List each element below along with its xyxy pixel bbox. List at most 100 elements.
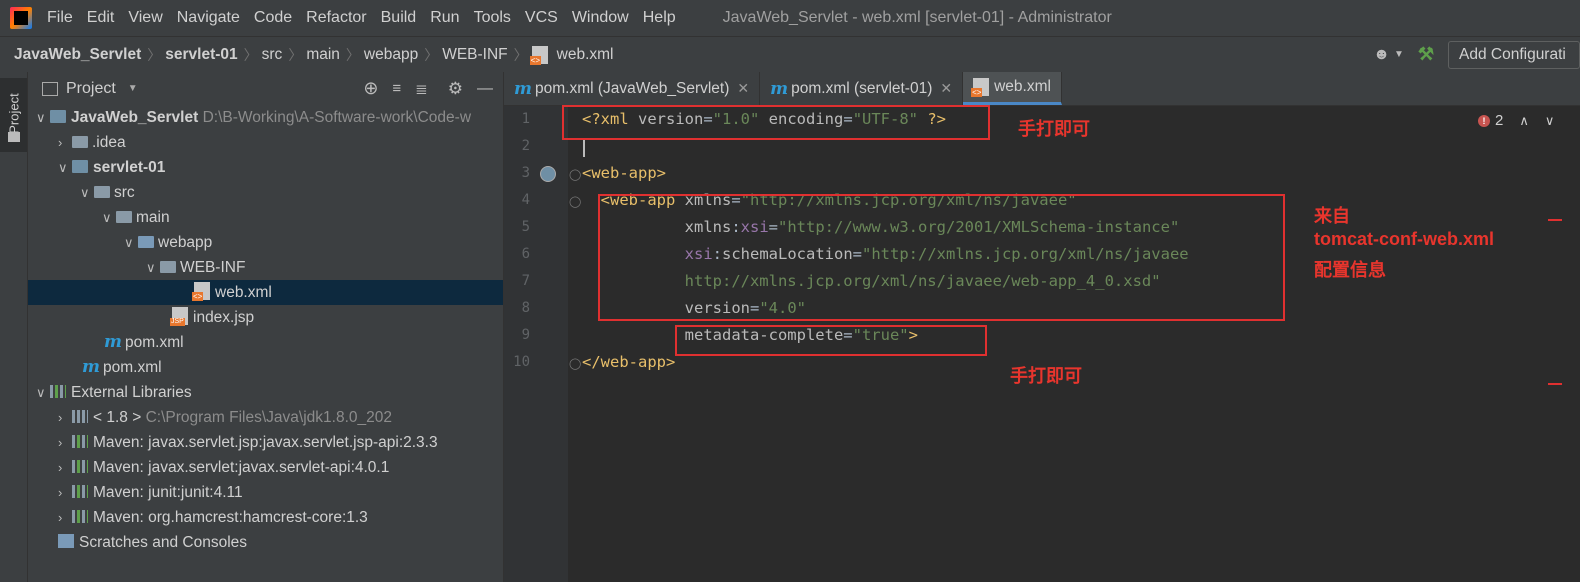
crumb-module[interactable]: servlet-01: [161, 46, 243, 64]
chevron-down-icon[interactable]: ∨: [58, 155, 72, 180]
chevron-down-icon[interactable]: ∨: [80, 180, 94, 205]
tree-item-webapp[interactable]: ∨ webapp: [124, 230, 212, 255]
annotation-box: [675, 325, 987, 356]
tree-item-library[interactable]: › Maven: javax.servlet:javax.servlet-api:…: [58, 455, 389, 480]
chevron-down-icon[interactable]: ∨: [146, 255, 160, 280]
menu-code[interactable]: Code: [247, 9, 299, 27]
tree-item-idea[interactable]: › .idea: [58, 130, 126, 155]
menu-help[interactable]: Help: [636, 9, 683, 27]
chevron-right-icon[interactable]: ›: [58, 430, 72, 455]
inspection-widget[interactable]: ! 2 ∧ ∨: [1478, 112, 1554, 129]
module-folder-icon: [72, 160, 88, 173]
tree-item-library[interactable]: › Maven: org.hamcrest:hamcrest-core:1.3: [58, 505, 368, 530]
tree-item-pom-root[interactable]: m pom.xml: [82, 355, 162, 380]
tab-pom-root[interactable]: m pom.xml (JavaWeb_Servlet) ✕: [504, 72, 761, 105]
line-number: 10: [513, 354, 530, 370]
add-configuration-button[interactable]: Add Configurati: [1448, 40, 1580, 69]
maven-icon: m: [82, 357, 100, 377]
chevron-right-icon: 〉: [243, 46, 258, 63]
menu-tools[interactable]: Tools: [467, 9, 518, 27]
tree-item-jdk[interactable]: › < 1.8 > C:\Program Files\Java\jdk1.8.0_…: [58, 405, 392, 430]
tree-item-pom-module[interactable]: m pom.xml: [104, 330, 184, 355]
tree-item-library[interactable]: › Maven: junit:junit:4.11: [58, 480, 243, 505]
tree-item-external-libraries[interactable]: ∨ External Libraries: [36, 380, 192, 405]
maven-icon: m: [104, 332, 122, 352]
tab-webxml[interactable]: web.xml: [963, 72, 1062, 105]
close-icon[interactable]: ✕: [940, 80, 952, 97]
fold-icon[interactable]: ◯: [569, 195, 581, 208]
intellij-logo-icon: [10, 7, 32, 29]
tree-item-servlet01[interactable]: ∨ servlet-01: [58, 155, 165, 180]
crumb-webapp[interactable]: webapp: [360, 46, 424, 64]
menu-edit[interactable]: Edit: [80, 9, 122, 27]
folder-icon: [116, 211, 132, 223]
line-number: 5: [521, 219, 530, 235]
chevron-down-icon[interactable]: ▼: [1394, 49, 1404, 60]
chevron-right-icon[interactable]: ›: [58, 455, 72, 480]
locate-icon[interactable]: ⊕: [363, 78, 378, 99]
editor-tab-bar: m pom.xml (JavaWeb_Servlet) ✕ m pom.xml (se…: [504, 72, 1580, 106]
gear-icon[interactable]: ⚙: [448, 79, 463, 99]
annotation-note: 手打即可: [1010, 366, 1082, 386]
close-icon[interactable]: ✕: [737, 80, 749, 97]
code-line-10[interactable]: </web-app>: [582, 349, 675, 376]
menu-run[interactable]: Run: [423, 9, 466, 27]
menu-vcs[interactable]: VCS: [518, 9, 565, 27]
chevron-down-icon[interactable]: ∨: [124, 230, 138, 255]
chevron-down-icon[interactable]: ∨: [36, 380, 50, 405]
web-folder-icon: [138, 236, 154, 248]
chevron-right-icon[interactable]: ›: [58, 130, 72, 155]
tab-pom-module[interactable]: m pom.xml (servlet-01) ✕: [760, 72, 964, 105]
window-title: JavaWeb_Servlet - web.xml [servlet-01] -…: [722, 9, 1112, 26]
tree-item-webxml[interactable]: web.xml: [28, 280, 503, 305]
chevron-down-icon[interactable]: ∨: [36, 105, 50, 130]
menu-refactor[interactable]: Refactor: [299, 9, 373, 27]
chevron-down-icon[interactable]: ▼: [128, 83, 138, 94]
annotation-note: 来自: [1314, 206, 1350, 226]
menu-build[interactable]: Build: [374, 9, 424, 27]
line-number: 2: [521, 138, 530, 154]
tree-item-src[interactable]: ∨ src: [80, 180, 135, 205]
chevron-right-icon[interactable]: ›: [58, 405, 72, 430]
line-number: 1: [521, 111, 530, 127]
menu-window[interactable]: Window: [565, 9, 636, 27]
error-icon: !: [1478, 114, 1490, 127]
chevron-right-icon[interactable]: ›: [58, 505, 72, 530]
user-icon[interactable]: ☻: [1373, 46, 1390, 64]
collapse-all-icon[interactable]: ≣: [415, 80, 428, 98]
chevron-down-icon[interactable]: ∨: [1545, 113, 1555, 129]
crumb-webxml[interactable]: web.xml: [553, 46, 620, 64]
build-hammer-icon[interactable]: ⚒: [1418, 44, 1434, 65]
crumb-webinf[interactable]: WEB-INF: [438, 46, 513, 64]
menu-navigate[interactable]: Navigate: [170, 9, 247, 27]
line-number: 3: [521, 165, 530, 181]
expand-all-icon[interactable]: ≡: [392, 80, 401, 97]
tree-item-webinf[interactable]: ∨ WEB-INF: [146, 255, 245, 280]
maven-icon: m: [770, 78, 789, 99]
tree-item-library[interactable]: › Maven: javax.servlet.jsp:javax.servlet.…: [58, 430, 438, 455]
fold-icon[interactable]: ◯: [569, 168, 581, 181]
tree-item-root[interactable]: ∨ JavaWeb_Servlet D:\B-Working\A-Software…: [36, 105, 471, 130]
crumb-main[interactable]: main: [302, 46, 346, 64]
crumb-project[interactable]: JavaWeb_Servlet: [10, 46, 147, 64]
library-icon: [50, 385, 66, 398]
chevron-down-icon[interactable]: ∨: [102, 205, 116, 230]
menu-view[interactable]: View: [121, 9, 169, 27]
text-cursor: [583, 138, 585, 157]
tree-item-main[interactable]: ∨ main: [102, 205, 170, 230]
folder-icon: [160, 261, 176, 273]
tree-item-scratches[interactable]: Scratches and Consoles: [58, 530, 247, 555]
crumb-src[interactable]: src: [258, 46, 289, 64]
hide-panel-icon[interactable]: —: [477, 80, 493, 98]
folder-icon: [8, 132, 20, 142]
annotation-note: tomcat-conf-web.xml: [1314, 229, 1495, 249]
project-view-selector[interactable]: Project: [66, 80, 116, 98]
web-globe-icon[interactable]: [540, 166, 556, 182]
chevron-right-icon[interactable]: ›: [58, 480, 72, 505]
chevron-right-icon: 〉: [513, 46, 528, 63]
fold-icon[interactable]: ◯: [569, 357, 581, 370]
chevron-up-icon[interactable]: ∧: [1519, 113, 1529, 129]
code-line-3[interactable]: <web-app>: [582, 160, 666, 187]
tree-item-indexjsp[interactable]: index.jsp: [170, 305, 254, 330]
menu-file[interactable]: File: [40, 9, 80, 27]
